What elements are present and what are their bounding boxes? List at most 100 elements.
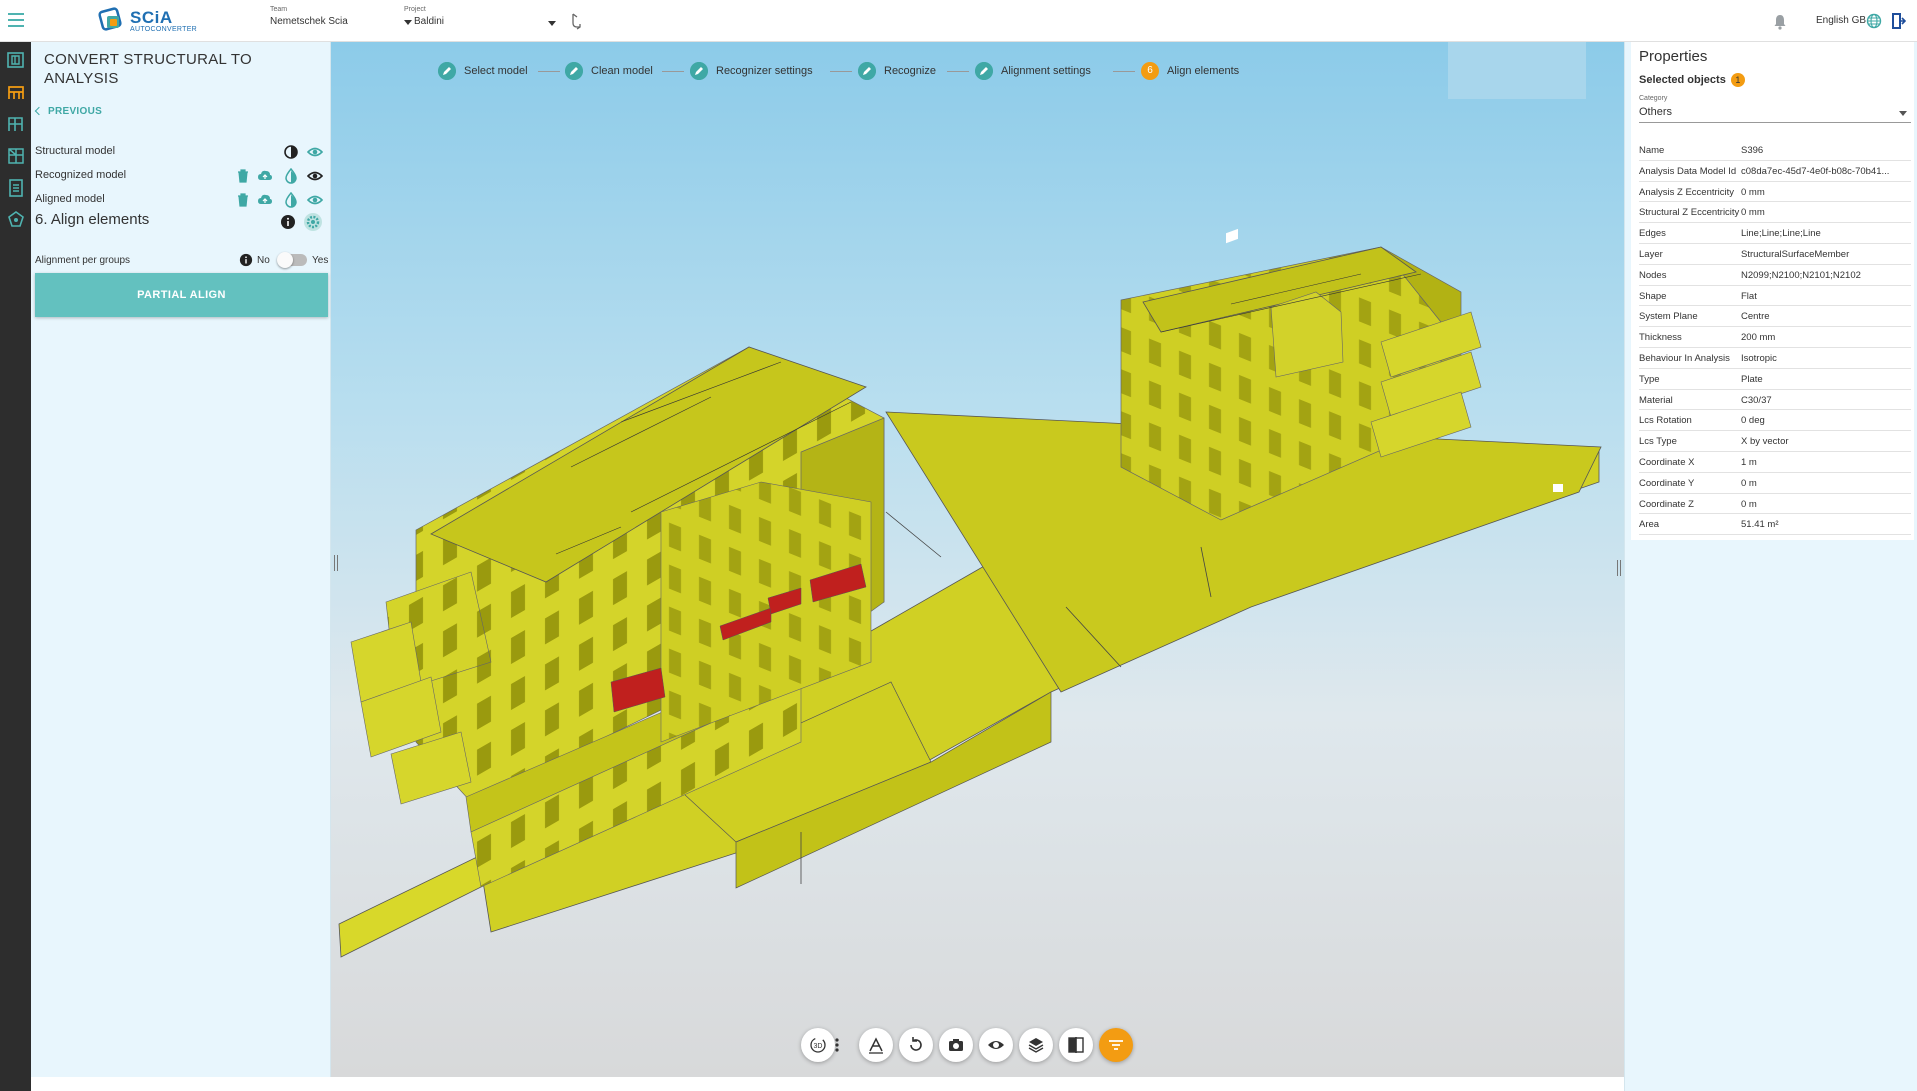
- 3d-viewport[interactable]: Select model Clean model Recognizer sett…: [331, 42, 1624, 1077]
- property-key: Coordinate Y: [1639, 477, 1695, 489]
- properties-card: Properties Selected objects 1 Category O…: [1631, 42, 1914, 540]
- category-value: Others: [1639, 106, 1673, 118]
- info-icon[interactable]: [239, 253, 253, 267]
- analysis-model-icon[interactable]: [6, 114, 26, 134]
- property-key: Behaviour In Analysis: [1639, 352, 1730, 364]
- menu-icon[interactable]: [8, 13, 24, 27]
- property-key: Structural Z Eccentricity: [1639, 207, 1740, 219]
- property-row: Type Plate: [1639, 369, 1911, 390]
- language-selector[interactable]: English GB: [1816, 15, 1866, 26]
- property-row: Layer StructuralSurfaceMember: [1639, 244, 1911, 265]
- eye-icon[interactable]: [307, 192, 323, 208]
- property-row: Material C30/37: [1639, 390, 1911, 411]
- category-select[interactable]: Others: [1639, 106, 1911, 123]
- property-key: Analysis Data Model Id: [1639, 165, 1737, 177]
- filter-button[interactable]: [1099, 1028, 1133, 1062]
- property-value: Plate: [1741, 373, 1763, 385]
- properties-title: Properties: [1639, 48, 1708, 65]
- project-selector[interactable]: Project Baldini: [404, 6, 556, 27]
- compare-icon: [1068, 1037, 1084, 1053]
- property-row: Thickness 200 mm: [1639, 327, 1911, 348]
- alignment-per-groups-row: Alignment per groups No Yes: [35, 252, 329, 270]
- category-label: Category: [1639, 95, 1668, 102]
- property-value: 0 mm: [1741, 207, 1765, 219]
- chevron-down-icon[interactable]: [548, 21, 556, 26]
- opacity-icon[interactable]: [283, 192, 299, 208]
- property-row: System Plane Centre: [1639, 306, 1911, 328]
- property-value: Isotropic: [1741, 352, 1777, 364]
- toggle-no-label: No: [257, 255, 270, 266]
- layers-icon: [1028, 1038, 1044, 1053]
- property-key: Shape: [1639, 290, 1667, 302]
- contrast-icon[interactable]: [283, 144, 299, 160]
- alignment-label: Alignment per groups: [35, 255, 131, 266]
- left-nav-rail: [0, 42, 31, 1091]
- previous-label: PREVIOUS: [48, 106, 103, 117]
- reset-view-button[interactable]: [899, 1028, 933, 1062]
- mesh-icon[interactable]: [6, 146, 26, 166]
- property-key: Name: [1639, 145, 1665, 156]
- property-row: Analysis Data Model Id c08da7ec-45d7-4e0f…: [1639, 161, 1911, 182]
- globe-icon[interactable]: [1866, 13, 1882, 29]
- previous-button[interactable]: PREVIOUS: [34, 106, 103, 117]
- property-key: Type: [1639, 373, 1660, 385]
- more-button[interactable]: [825, 1028, 849, 1062]
- project-label: Project: [404, 6, 426, 13]
- share-icon[interactable]: [568, 12, 584, 30]
- partial-align-button[interactable]: PARTIAL ALIGN: [35, 273, 328, 317]
- opacity-icon[interactable]: [283, 168, 299, 184]
- property-row: Edges Line;Line;Line;Line: [1639, 223, 1911, 244]
- visibility-button[interactable]: [979, 1028, 1013, 1062]
- gear-icon[interactable]: [303, 212, 323, 232]
- properties-table: Name S396 Analysis Data Model Id c08da7ec-4…: [1639, 140, 1911, 536]
- building-model[interactable]: [331, 42, 1624, 1077]
- podium-edge: [885, 511, 942, 558]
- screenshot-button[interactable]: [939, 1028, 973, 1062]
- property-value: S396: [1741, 145, 1764, 156]
- settings-node-icon[interactable]: [6, 210, 26, 230]
- compare-button[interactable]: [1059, 1028, 1093, 1062]
- delete-icon[interactable]: [235, 192, 251, 208]
- recognized-model-row: Recognized model: [35, 167, 325, 185]
- chevron-left-icon: [34, 106, 44, 116]
- top-bar: SCiA AUTOCONVERTER Team Nemetschek Scia …: [0, 0, 1917, 42]
- cloud-upload-icon[interactable]: [257, 168, 273, 184]
- more-vert-icon: [835, 1038, 839, 1052]
- visibility-icon: [988, 1041, 1004, 1049]
- alignment-toggle[interactable]: [277, 252, 307, 268]
- structural-model-icon[interactable]: [6, 50, 26, 70]
- delete-icon[interactable]: [235, 168, 251, 184]
- property-row: Coordinate Y 0 m: [1639, 473, 1911, 494]
- reset-view-icon: [910, 1037, 922, 1051]
- property-value: Line;Line;Line;Line: [1741, 228, 1821, 240]
- model-label: Recognized model: [35, 169, 127, 181]
- panel-title: CONVERT STRUCTURAL TO ANALYSIS: [44, 51, 253, 87]
- logout-icon[interactable]: [1890, 12, 1906, 30]
- model-label: Structural model: [35, 145, 116, 157]
- opening: [1553, 484, 1563, 492]
- measure-button[interactable]: [859, 1028, 893, 1062]
- property-row: Shape Flat: [1639, 286, 1911, 307]
- property-value: C30/37: [1741, 394, 1772, 406]
- bell-icon[interactable]: [1772, 14, 1788, 30]
- property-row: Coordinate Z 0 m: [1639, 494, 1911, 515]
- info-icon[interactable]: [280, 214, 296, 230]
- property-value: Flat: [1741, 290, 1757, 302]
- layers-button[interactable]: [1019, 1028, 1053, 1062]
- viewer-toolbar: 3D: [801, 1028, 1181, 1064]
- cloud-upload-icon[interactable]: [257, 192, 273, 208]
- convert-icon[interactable]: [6, 82, 26, 102]
- properties-panel: Properties Selected objects 1 Category O…: [1624, 42, 1917, 1091]
- step-title: 6. Align elements: [35, 211, 150, 228]
- eye-icon[interactable]: [307, 144, 323, 160]
- property-key: Nodes: [1639, 269, 1667, 281]
- chevron-down-icon: [1899, 111, 1907, 116]
- report-icon[interactable]: [6, 178, 26, 198]
- property-value: Centre: [1741, 311, 1770, 323]
- property-value: c08da7ec-45d7-4e0f-b08c-70b41...: [1741, 165, 1890, 177]
- team-selector[interactable]: Team Nemetschek Scia: [270, 6, 348, 27]
- toggle-yes-label: Yes: [312, 255, 329, 266]
- property-key: Thickness: [1639, 332, 1682, 344]
- eye-icon[interactable]: [307, 168, 323, 184]
- ramp-slab: [338, 855, 492, 958]
